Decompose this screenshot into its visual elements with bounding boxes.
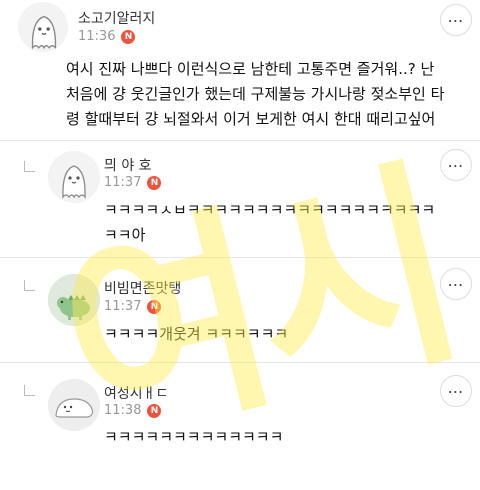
timestamp: 11:36 [78,29,116,44]
more-options-button[interactable]: ⋯ [440,268,472,300]
comment-body: ㅋㅋㅋㅋㅋㅋㅋㅋㅋㅋㅋㅋㅋ [104,425,283,450]
dinosaur-avatar-icon [48,274,100,326]
comment-meta: 11:36 N [78,29,136,44]
timestamp: 11:37 [104,299,142,314]
more-dots-icon: ⋯ [447,381,465,401]
comment-meta: 11:37 N [104,299,162,314]
comment-3: 비빔면존맛탱 11:37 N ⋯ ㅋㅋㅋㅋ개웃겨 ㅋㅋㅋㅋㅋㅋ [0,258,480,362]
comment-line: ㅋㅋ아 [104,226,146,244]
comment-body: 여시 진짜 나쁘다 이런식으로 남한테 고통주면 즐거워..? 난 처음에 걍 … [66,57,444,132]
comment-line: ㅋㅋㅋㅋ개웃겨 ㅋㅋㅋㅋㅋㅋ [104,325,289,343]
more-options-button[interactable]: ⋯ [440,149,472,181]
comment-meta: 11:38 N [104,403,162,418]
comment-1: 소고기알러지 11:36 N ⋯ 여시 진짜 나쁘다 이런식으로 남한테 고통주… [0,0,480,140]
comment-line: ㅋㅋㅋㅋㅅㅂㅋㅋㅋㅋㅋㅋㅋㅋㅋㅋㅋㅋㅋㅋㅋㅋㅋㅋ [104,201,436,219]
new-badge: N [147,175,162,190]
comment-body: ㅋㅋㅋㅋ개웃겨 ㅋㅋㅋㅋㅋㅋ [104,322,288,347]
avatar[interactable] [48,274,100,326]
username[interactable]: 믜 야 호 [104,155,152,175]
new-badge: N [147,403,162,418]
reply-corner-icon [24,280,35,291]
comment-line: 령 할때부터 걍 뇌절와서 이거 보게한 여시 한대 때리고싶어 [66,110,436,128]
username[interactable]: 여성시ㅐㄷ [104,383,168,403]
reply-corner-icon [24,161,35,172]
comment-line: ㅋㅋㅋㅋㅋㅋㅋㅋㅋㅋㅋㅋㅋ [104,428,284,446]
avatar[interactable] [48,151,100,203]
new-badge: N [147,299,162,314]
timestamp: 11:37 [104,175,142,190]
comment-line: 처음에 걍 웃긴글인가 했는데 구제불능 가시나랑 젖소부인 타 [66,85,445,103]
timestamp: 11:38 [104,403,142,418]
comment-body: ㅋㅋㅋㅋㅅㅂㅋㅋㅋㅋㅋㅋㅋㅋㅋㅋㅋㅋㅋㅋㅋㅋㅋㅋ ㅋㅋ아 [104,198,435,248]
avatar[interactable] [48,379,100,431]
more-options-button[interactable]: ⋯ [440,4,472,36]
new-badge: N [121,29,136,44]
ghost-avatar-icon [18,2,68,52]
more-options-button[interactable]: ⋯ [440,375,472,407]
ghost-avatar-icon [48,151,100,203]
username[interactable]: 비빔면존맛탱 [104,278,181,298]
comment-4: 여성시ㅐㄷ 11:38 N ⋯ ㅋㅋㅋㅋㅋㅋㅋㅋㅋㅋㅋㅋㅋ [0,363,480,454]
seal-avatar-icon [48,379,100,431]
comment-line: 여시 진짜 나쁘다 이런식으로 남한테 고통주면 즐거워..? 난 [66,60,435,78]
more-dots-icon: ⋯ [447,10,465,30]
avatar[interactable] [18,2,68,52]
more-dots-icon: ⋯ [447,155,465,175]
more-dots-icon: ⋯ [447,274,465,294]
reply-corner-icon [24,385,35,396]
comment-meta: 11:37 N [104,175,162,190]
username[interactable]: 소고기알러지 [78,8,155,28]
comment-2: 믜 야 호 11:37 N ⋯ ㅋㅋㅋㅋㅅㅂㅋㅋㅋㅋㅋㅋㅋㅋㅋㅋㅋㅋㅋㅋㅋㅋㅋㅋ… [0,141,480,257]
